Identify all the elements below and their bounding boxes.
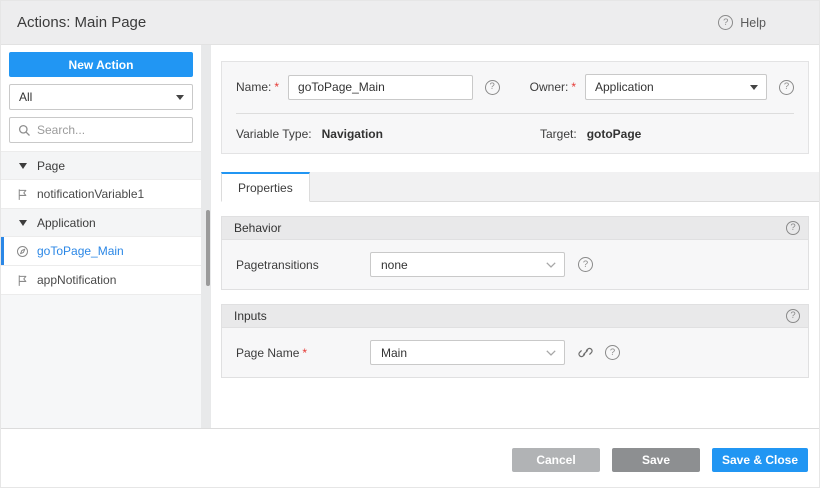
collapse-arrow-icon xyxy=(19,219,27,226)
owner-help-icon[interactable]: ? xyxy=(779,79,794,95)
save-button[interactable]: Save xyxy=(612,448,700,472)
behavior-section: Behavior ? Pagetransitions none ? xyxy=(221,216,809,290)
new-action-button[interactable]: New Action xyxy=(9,52,193,77)
behavior-section-body: Pagetransitions none ? xyxy=(222,240,808,289)
behavior-title: Behavior xyxy=(234,221,282,235)
tree-item-appnotification[interactable]: appNotification xyxy=(1,266,201,295)
search-icon xyxy=(18,124,30,136)
required-mark: * xyxy=(274,80,280,94)
inputs-section-header: Inputs ? xyxy=(222,305,808,328)
name-owner-row: Name: * ? Owner: * Application ? xyxy=(236,74,794,100)
owner-group: Owner: * Application xyxy=(530,74,767,100)
dialog-header: Actions: Main Page ? Help xyxy=(1,1,819,45)
collapse-arrow-icon xyxy=(19,162,27,169)
behavior-help-icon[interactable]: ? xyxy=(786,221,800,235)
tree-group-application[interactable]: Application xyxy=(1,209,201,237)
name-input[interactable] xyxy=(288,74,473,100)
tree-item-gotopage-main[interactable]: goToPage_Main xyxy=(1,237,201,266)
tree-item-notificationvariable1[interactable]: notificationVariable1 xyxy=(1,180,201,209)
owner-label: Owner: xyxy=(529,80,569,94)
required-mark: * xyxy=(302,345,308,360)
cancel-button[interactable]: Cancel xyxy=(512,448,600,472)
sidebar-controls: New Action All xyxy=(1,45,201,151)
pagetransitions-extras: ? xyxy=(578,257,593,272)
filter-select-value: All xyxy=(19,90,33,104)
caret-down-icon xyxy=(750,85,758,90)
help-label: Help xyxy=(740,15,766,30)
scrollbar-thumb[interactable] xyxy=(206,210,210,286)
chevron-down-icon xyxy=(546,349,556,356)
page-name-extras: ? xyxy=(578,345,620,360)
actions-dialog: Actions: Main Page ? Help New Action All xyxy=(0,0,820,488)
pagetransitions-dropdown[interactable]: none xyxy=(370,252,565,277)
flag-icon xyxy=(18,188,27,200)
bind-link-icon[interactable] xyxy=(578,345,593,360)
pagetransitions-value: none xyxy=(381,257,408,272)
owner-select[interactable]: Application xyxy=(585,74,767,100)
help-icon: ? xyxy=(718,15,734,30)
caret-down-icon xyxy=(176,95,184,100)
pagetransitions-help-icon[interactable]: ? xyxy=(578,257,593,272)
behavior-section-header: Behavior ? xyxy=(222,217,808,240)
dialog-footer: Cancel Save Save & Close xyxy=(1,428,819,487)
save-and-close-button[interactable]: Save & Close xyxy=(712,448,808,472)
tab-properties[interactable]: Properties xyxy=(221,172,310,202)
pagetransitions-label: Pagetransitions xyxy=(236,257,319,272)
actions-tree: Page notificationVariable1 Application g… xyxy=(1,151,201,295)
chevron-down-icon xyxy=(546,261,556,268)
search-input[interactable] xyxy=(37,123,184,137)
action-editor: Name: * ? Owner: * Application ? xyxy=(211,45,819,430)
tree-item-label: goToPage_Main xyxy=(37,244,124,258)
page-name-value: Main xyxy=(381,345,408,360)
flag-icon xyxy=(18,274,27,286)
tree-group-label: Application xyxy=(37,215,96,230)
name-label: Name: xyxy=(236,80,272,94)
variable-type-value: Navigation xyxy=(321,127,383,141)
tree-item-label: notificationVariable1 xyxy=(37,187,145,201)
navigation-icon xyxy=(16,245,29,257)
dialog-body: New Action All Page notificationVaria xyxy=(1,45,819,430)
help-button[interactable]: ? Help xyxy=(718,15,766,30)
page-name-dropdown[interactable]: Main xyxy=(370,340,565,365)
target-label: Target: xyxy=(540,127,577,141)
owner-select-value: Application xyxy=(595,80,654,94)
type-target-row: Variable Type: Navigation Target: gotoPa… xyxy=(236,127,794,141)
filter-select[interactable]: All xyxy=(9,84,193,110)
name-help-icon[interactable]: ? xyxy=(484,79,500,95)
panel-divider xyxy=(236,113,794,114)
inputs-section: Inputs ? Page Name * Main ? xyxy=(221,304,809,378)
tree-group-label: Page xyxy=(37,158,66,173)
tree-group-page[interactable]: Page xyxy=(1,152,201,180)
tree-item-label: appNotification xyxy=(37,273,117,287)
tab-label: Properties xyxy=(238,180,293,195)
page-name-label: Page Name xyxy=(236,345,300,360)
actions-sidebar: New Action All Page notificationVaria xyxy=(1,45,201,430)
page-title: Actions: Main Page xyxy=(17,14,147,31)
inputs-section-body: Page Name * Main ? xyxy=(222,328,808,377)
scrollbar-track[interactable] xyxy=(201,45,211,430)
required-mark: * xyxy=(571,80,576,94)
page-name-label-group: Page Name * xyxy=(236,346,370,360)
inputs-help-icon[interactable]: ? xyxy=(786,309,800,323)
variable-type-group: Variable Type: Navigation xyxy=(236,127,540,141)
variable-type-label: Variable Type: xyxy=(236,127,312,141)
action-summary-panel: Name: * ? Owner: * Application ? xyxy=(221,61,809,154)
target-value: gotoPage xyxy=(586,127,642,141)
inputs-title: Inputs xyxy=(234,309,267,323)
page-name-help-icon[interactable]: ? xyxy=(605,345,620,360)
tab-bar: Properties xyxy=(221,172,819,202)
search-box xyxy=(9,117,193,143)
